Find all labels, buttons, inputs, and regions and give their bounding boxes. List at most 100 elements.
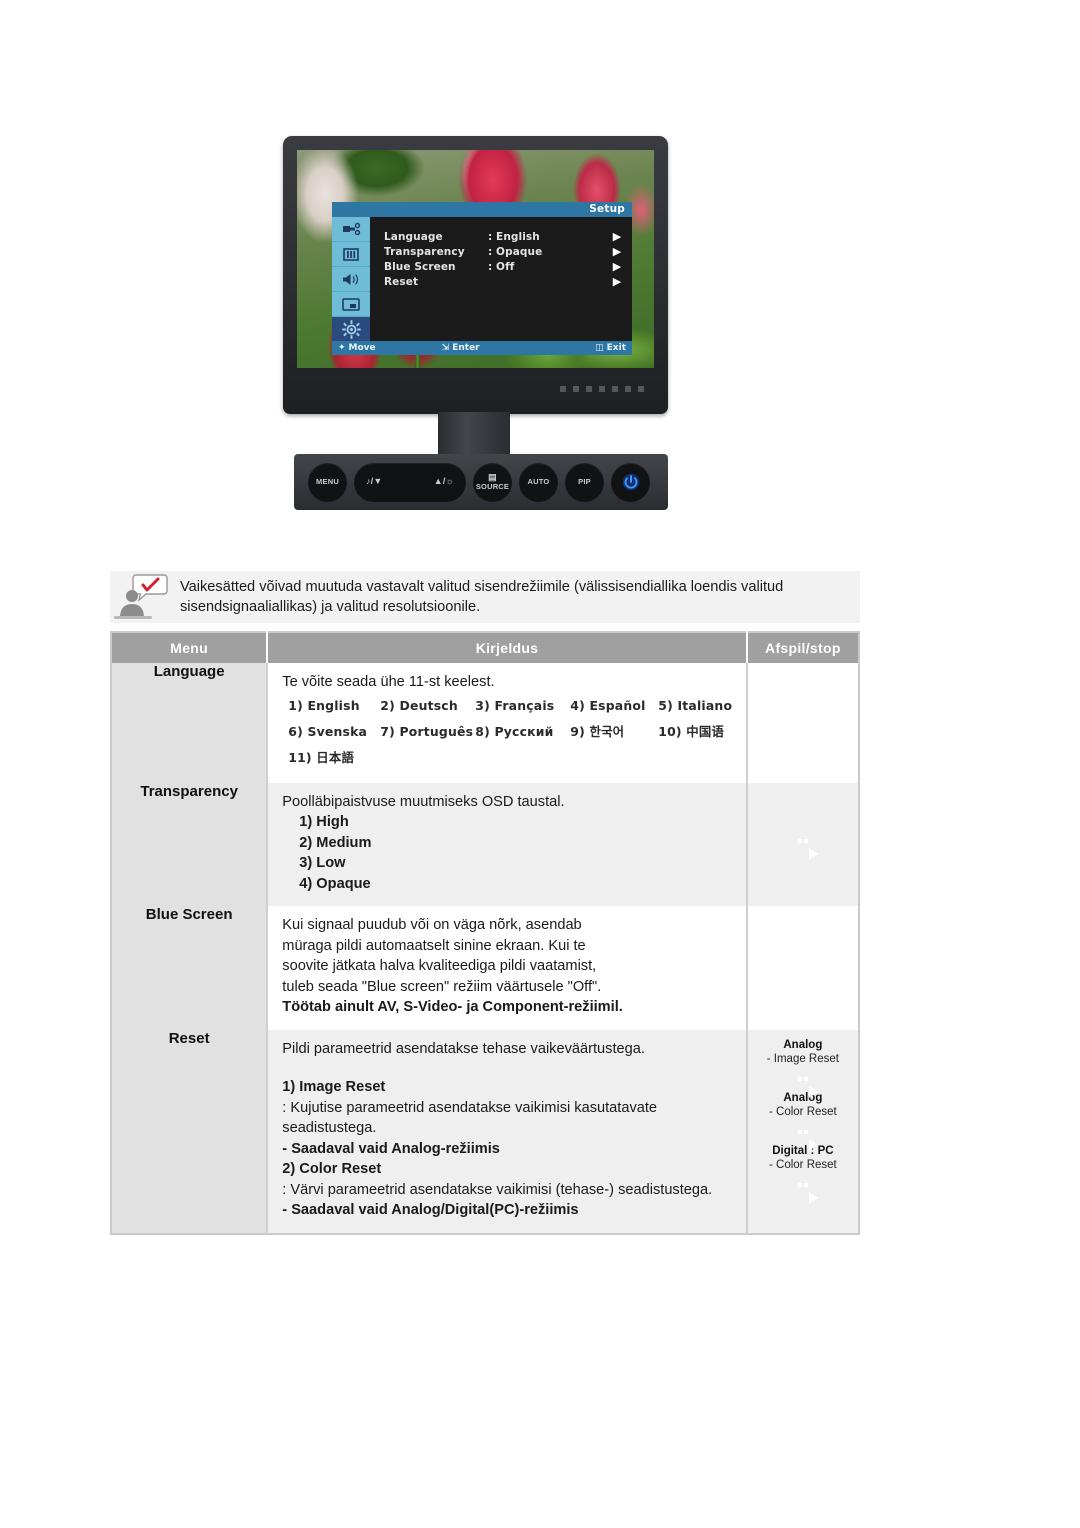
chevron-right-icon: ▶ <box>612 275 622 288</box>
enter-icon: ⇲ <box>441 343 450 353</box>
adjust-up-label: ▲/☼ <box>433 476 454 487</box>
transparency-intro: Poolläbipaistvuse muutmiseks OSD taustal… <box>282 793 565 810</box>
osd-description-table: Menu Kirjeldus Afspil/stop Language Te v… <box>110 631 860 1235</box>
language-option: 11) 日本語 <box>288 749 355 765</box>
language-option-list: 1) English 2) Deutsch 3) Français 4) Españo… <box>282 693 733 771</box>
source-button-label: SOURCE <box>475 482 510 492</box>
reset-group-analog-image: Analog - Image Reset <box>754 1038 852 1086</box>
power-icon <box>622 473 639 491</box>
reset-group-subtitle: - Color Reset <box>769 1105 837 1118</box>
pip-icon[interactable] <box>332 292 370 317</box>
osd-footer-enter: ⇲ Enter <box>442 343 540 353</box>
exit-icon: ◫ <box>595 343 604 353</box>
language-option: 1) English <box>288 697 360 713</box>
header-play-stop: Afspil/stop <box>746 632 859 663</box>
menu-button[interactable]: MENU <box>308 462 347 502</box>
osd-title: Setup <box>332 202 632 217</box>
monitor-screen: Setup Language: English ▶ Transparency … <box>297 150 654 368</box>
play-stop-pair[interactable] <box>797 1182 808 1187</box>
language-line-2: 6) Svenska 7) Português 8) Русский 9) 한국어 10… <box>288 719 733 745</box>
osd-panel: Setup Language: English ▶ Transparency … <box>332 202 632 357</box>
osd-item-value: : English <box>488 230 540 243</box>
language-intro: Te võite seada ühe 11-st keelest. <box>282 674 495 690</box>
table-header-row: Menu Kirjeldus Afspil/stop <box>111 632 859 663</box>
osd-item-transparency[interactable]: Transparency : Opaque ▶ <box>384 244 626 259</box>
transparency-option: 2) Medium <box>299 834 372 851</box>
sound-icon[interactable] <box>332 267 370 292</box>
auto-button-label: AUTO <box>527 477 550 487</box>
setup-gear-icon[interactable] <box>332 317 370 341</box>
chevron-right-icon: ▶ <box>612 230 622 243</box>
transparency-option: 3) Low <box>299 855 346 871</box>
reset-item1-title: 1) Image Reset <box>282 1079 386 1095</box>
row-play-language <box>747 663 859 783</box>
language-line-1: 1) English 2) Deutsch 3) Français 4) Españo… <box>288 693 733 719</box>
reset-group-subtitle: - Color Reset <box>769 1158 837 1171</box>
note-text: Vaikesätted võivad muutuda vastavalt val… <box>180 579 784 615</box>
auto-button[interactable]: AUTO <box>519 462 558 502</box>
reset-item2-desc: : Värvi parameetrid asendatakse vaikimis… <box>282 1181 713 1198</box>
osd-item-reset[interactable]: Reset ▶ <box>384 274 626 289</box>
language-option: 4) Español <box>570 697 646 713</box>
language-line-3: 11) 日本語 <box>288 745 733 771</box>
blue-screen-paragraph: Kui signaal puudub või on väga nõrk, ase… <box>282 917 602 995</box>
header-menu: Menu <box>111 632 269 663</box>
monitor-illustration: Setup Language: English ▶ Transparency … <box>283 136 678 511</box>
adjust-down-label: ♪/▼ <box>366 476 383 487</box>
osd-item-language[interactable]: Language : English ▶ <box>384 229 626 244</box>
play-stop-pair[interactable] <box>797 1076 808 1081</box>
osd-item-label: Transparency <box>384 245 465 258</box>
reset-intro: Pildi parameetrid asendatakse tehase vai… <box>282 1040 645 1057</box>
input-source-icon[interactable] <box>332 217 370 242</box>
osd-item-value: : Off <box>488 260 515 273</box>
bezel-vent-dots <box>560 386 648 392</box>
row-desc-transparency: Poolläbipaistvuse muutmiseks OSD taustal… <box>267 782 748 906</box>
row-play-reset: Analog - Image Reset Analog - Color Rese… <box>746 1029 859 1234</box>
play-stop-pair[interactable] <box>797 1129 808 1134</box>
osd-footer-enter-label: Enter <box>452 343 480 353</box>
play-stop-pair[interactable] <box>797 838 808 843</box>
table-row-blue-screen: Blue Screen Kui signaal puudub või on vä… <box>111 906 859 1030</box>
osd-item-blue-screen[interactable]: Blue Screen : Off ▶ <box>384 259 626 274</box>
play-stop-pair[interactable] <box>797 724 808 728</box>
adjust-button[interactable]: ♪/▼ ▲/☼ <box>354 462 466 502</box>
osd-item-label: Language <box>384 230 443 243</box>
row-label-reset: Reset <box>111 1029 269 1234</box>
monitor-body: Setup Language: English ▶ Transparency … <box>283 136 668 414</box>
table-row-transparency: Transparency Poolläbipaistvuse muutmisek… <box>111 782 859 906</box>
source-button[interactable]: ▤ SOURCE <box>473 462 512 502</box>
language-option: 8) Русский <box>475 723 554 739</box>
table-row-language: Language Te võite seada ühe 11-st keeles… <box>111 663 859 783</box>
reset-group-digital-color: Digital : PC - Color Reset <box>754 1144 852 1192</box>
pip-button[interactable]: PIP <box>565 462 604 502</box>
osd-footer-move-label: Move <box>348 343 376 353</box>
language-option: 6) Svenska <box>288 723 368 739</box>
osd-footer-exit-label: Exit <box>606 343 626 353</box>
note-callout: Vaikesätted võivad muutuda vastavalt val… <box>110 571 860 623</box>
chevron-right-icon: ▶ <box>612 245 622 258</box>
blue-screen-note: Töötab ainult AV, S-Video- ja Component-… <box>282 999 623 1015</box>
osd-item-list: Language : English ▶ Transparency : Opaq… <box>370 217 632 341</box>
reset-item1-desc: : Kujutise parameetrid asendatakse vaiki… <box>282 1099 658 1137</box>
source-icon: ▤ <box>488 472 497 483</box>
monitor-button-panel: MENU ♪/▼ ▲/☼ ▤ SOURCE AUTO PIP <box>294 454 668 510</box>
row-desc-blue-screen: Kui signaal puudub või on väga nõrk, ase… <box>267 906 748 1030</box>
row-play-transparency <box>746 782 859 906</box>
header-description: Kirjeldus <box>267 632 748 663</box>
reset-group-analog-color: Analog - Color Reset <box>754 1091 852 1139</box>
language-option: 2) Deutsch <box>380 697 458 713</box>
picture-icon[interactable] <box>332 242 370 267</box>
play-stop-pair[interactable] <box>797 957 808 961</box>
reset-item2-title: 2) Color Reset <box>282 1161 382 1177</box>
power-button[interactable] <box>611 462 650 502</box>
reset-group-title: Digital : PC <box>772 1144 834 1157</box>
reset-group-title: Analog <box>783 1038 823 1051</box>
transparency-option: 1) High <box>299 814 349 830</box>
osd-body: Language : English ▶ Transparency : Opaq… <box>332 217 632 341</box>
reset-group-subtitle: - Image Reset <box>766 1052 839 1065</box>
reset-item1-note: - Saadaval vaid Analog-režiimis <box>282 1140 500 1157</box>
transparency-option: 4) Opaque <box>299 875 371 892</box>
chevron-right-icon: ▶ <box>612 260 622 273</box>
language-option: 10) 中国语 <box>658 723 725 739</box>
language-option: 5) Italiano <box>658 697 733 713</box>
